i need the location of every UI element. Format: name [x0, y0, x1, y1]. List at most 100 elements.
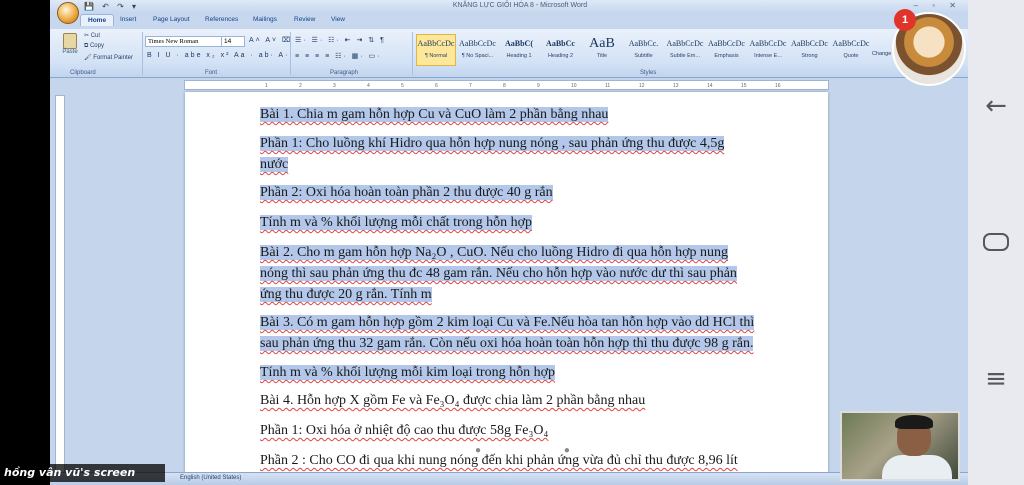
copy-label: Copy [89, 43, 104, 49]
office-button[interactable] [57, 2, 79, 24]
font-grow-shrink-buttons[interactable]: A˄ A˅ ⌧ [249, 36, 292, 44]
style-swatch[interactable]: AaB Title [582, 34, 622, 66]
brush-icon: 🖌 [84, 55, 94, 61]
quick-access-toolbar[interactable]: 💾 ↶ ↷ ▾ [84, 2, 139, 11]
style-swatch[interactable]: AaBbCcDc Intense E... [748, 34, 788, 66]
document-page[interactable]: Bài 1. Chia m gam hỗn hợp Cu và CuO làm … [185, 92, 828, 485]
document-paragraph[interactable]: nóng thì sau phản ứng thu đc 48 gam rắn.… [260, 263, 737, 284]
document-paragraph[interactable]: Bài 2. Cho m gam hỗn hợp Na₂O , CuO. Nếu… [260, 242, 729, 263]
document-paragraph[interactable]: Phần 1: Oxi hóa ở nhiệt độ cao thu được … [260, 420, 548, 441]
tab-mailings[interactable]: Mailings [253, 16, 277, 23]
ruler-mark: 14 [707, 83, 713, 89]
format-painter-label: Format Painter [93, 55, 133, 61]
paragraph-text: Phần 1: Oxi hóa ở nhiệt độ cao thu được … [260, 423, 549, 438]
style-name: Title [596, 53, 608, 59]
language-status[interactable]: English (United States) [180, 475, 241, 481]
paste-button[interactable]: Paste [58, 32, 82, 62]
tab-page-layout[interactable]: Page Layout [153, 16, 190, 23]
group-divider [290, 32, 291, 75]
clipboard-group-label: Clipboard [70, 70, 96, 76]
format-painter-button[interactable]: 🖌 Format Painter [84, 54, 133, 61]
vertical-ruler[interactable] [55, 95, 65, 480]
title-bar: 💾 ↶ ↷ ▾ KNĂNG LỰC GIỎI HÓA 8 - Microsoft… [50, 0, 968, 13]
paragraph-text: Phần 2: Oxi hóa hoàn toàn phần 2 thu đượ… [260, 185, 553, 200]
style-swatch[interactable]: AaBbCcDc ¶ Normal [416, 34, 456, 66]
document-paragraph[interactable]: Tính m và % khối lượng mỗi chất trong hỗ… [260, 212, 533, 233]
home-icon[interactable] [980, 226, 1012, 258]
style-name: ¶ Normal [424, 53, 448, 59]
paragraph-group-label: Paragraph [330, 70, 359, 76]
paragraph-text: Tính m và % khối lượng mỗi chất trong hỗ… [260, 215, 533, 230]
ruler-mark: 10 [571, 83, 577, 89]
window-title: KNĂNG LỰC GIỎI HÓA 8 - Microsoft Word [452, 2, 588, 9]
paragraph-text: Bài 4. Hỗn hợp X gồm Fe và Fe₃O₄ được ch… [260, 393, 646, 408]
style-sample: AaBbCcDc [791, 39, 828, 48]
group-divider [142, 32, 143, 75]
style-name: Strong [801, 53, 818, 59]
tab-insert[interactable]: Insert [120, 16, 136, 23]
paragraph-text: Phần 1: Cho luồng khí Hidro qua hỗn hợp … [260, 136, 725, 151]
ruler-mark: 5 [401, 83, 404, 89]
list-indent-buttons[interactable]: ☰· ☰· ☷· ⇤ ⇥ ⇅ ¶ [295, 36, 386, 44]
status-bar: English (United States) [50, 472, 968, 485]
page-resize-handles: ● ● [475, 445, 610, 456]
paragraph-text: ứng thu được 20 g rắn. Tính m [260, 287, 432, 302]
style-swatch[interactable]: AaBbCc Heading 2 [541, 34, 581, 66]
paragraph-text: Bài 2. Cho m gam hỗn hợp Na₂O , CuO. Nếu… [260, 245, 729, 260]
paragraph-text: nóng thì sau phản ứng thu đc 48 gam rắn.… [260, 266, 737, 281]
webcam-person-shirt [882, 455, 952, 479]
ruler-mark: 8 [503, 83, 506, 89]
ruler-mark: 4 [367, 83, 370, 89]
cut-label: Cut [90, 33, 101, 39]
style-swatch[interactable]: AaBbC(Heading 1 [499, 34, 539, 66]
webcam-person-hair [895, 415, 933, 429]
tab-references[interactable]: References [205, 16, 238, 23]
window-controls[interactable]: – ▫ ✕ [914, 1, 962, 10]
font-group-label: Font [205, 70, 218, 76]
style-name: Subtitle [634, 53, 653, 59]
menu-icon[interactable]: ≡ [980, 363, 1012, 395]
style-sample: AaBbCcDc [459, 39, 496, 48]
horizontal-ruler[interactable]: 1 2 3 4 5 6 7 8 9 10 11 12 13 14 15 16 [184, 80, 829, 90]
clipboard-icon [63, 33, 77, 49]
tab-review[interactable]: Review [294, 16, 315, 23]
ruler-mark: 1 [265, 83, 268, 89]
document-paragraph[interactable]: Bài 4. Hỗn hợp X gồm Fe và Fe₃O₄ được ch… [260, 390, 645, 411]
alignment-buttons[interactable]: ≡ ≡ ≡ ≡ ☷· ▦· ▭· [295, 52, 382, 60]
style-sample: AaBbCc [546, 39, 575, 48]
ruler-mark: 12 [639, 83, 645, 89]
style-name: Heading 2 [547, 53, 574, 59]
document-paragraph[interactable]: Phần 1: Cho luồng khí Hidro qua hỗn hợp … [260, 133, 725, 154]
android-nav-bar: ← ≡ [968, 0, 1024, 485]
document-paragraph[interactable]: Tính m và % khối lượng mỗi kim loại tron… [260, 362, 555, 383]
style-swatch[interactable]: AaBbCc. Subtitle [624, 34, 664, 66]
cut-button[interactable]: ✂ Cut [84, 32, 100, 39]
ruler-mark: 16 [775, 83, 781, 89]
tab-view[interactable]: View [331, 16, 345, 23]
style-swatch[interactable]: AaBbCcDc Subtle Em... [665, 34, 705, 66]
style-swatch[interactable]: AaBbCcDc Emphasis [707, 34, 747, 66]
style-sample: AaBbCcDc [749, 39, 787, 48]
ruler-mark: 11 [605, 83, 611, 89]
copy-button[interactable]: ⧉ Copy [84, 43, 104, 50]
paragraph-text: nước [260, 157, 289, 172]
font-format-buttons[interactable]: B I U · abe x₂ x² Aa · ab· A· [147, 52, 289, 59]
style-swatch[interactable]: AaBbCcDc ¶ No Spaci... [458, 34, 498, 66]
ruler-mark: 7 [469, 83, 472, 89]
document-paragraph[interactable]: ứng thu được 20 g rắn. Tính m [260, 284, 432, 305]
back-icon[interactable]: ← [980, 90, 1012, 122]
webcam-overlay [840, 411, 960, 481]
document-paragraph[interactable]: Phần 2: Oxi hóa hoàn toàn phần 2 thu đượ… [260, 182, 553, 203]
style-sample: AaBbCcDc [666, 39, 704, 48]
document-paragraph[interactable]: Bài 1. Chia m gam hỗn hợp Cu và CuO làm … [260, 104, 609, 125]
document-paragraph[interactable]: Bài 3. Có m gam hỗn hợp gồm 2 kim loại C… [260, 312, 755, 333]
document-paragraph[interactable]: nước [260, 154, 289, 175]
style-sample: AaB [589, 36, 615, 51]
document-paragraph[interactable]: sau phản ứng thu 32 gam rắn. Còn nếu oxi… [260, 333, 754, 354]
ribbon: Paste ✂ Cut ⧉ Copy 🖌 Format Painter Clip… [50, 29, 968, 78]
notification-badge[interactable]: 1 [894, 9, 916, 31]
font-size-select[interactable]: 14 [221, 36, 245, 47]
tab-home[interactable]: Home [80, 14, 115, 26]
style-swatch[interactable]: AaBbCcDc Strong [790, 34, 830, 66]
style-swatch[interactable]: AaBbCcDc Quote [831, 34, 871, 66]
